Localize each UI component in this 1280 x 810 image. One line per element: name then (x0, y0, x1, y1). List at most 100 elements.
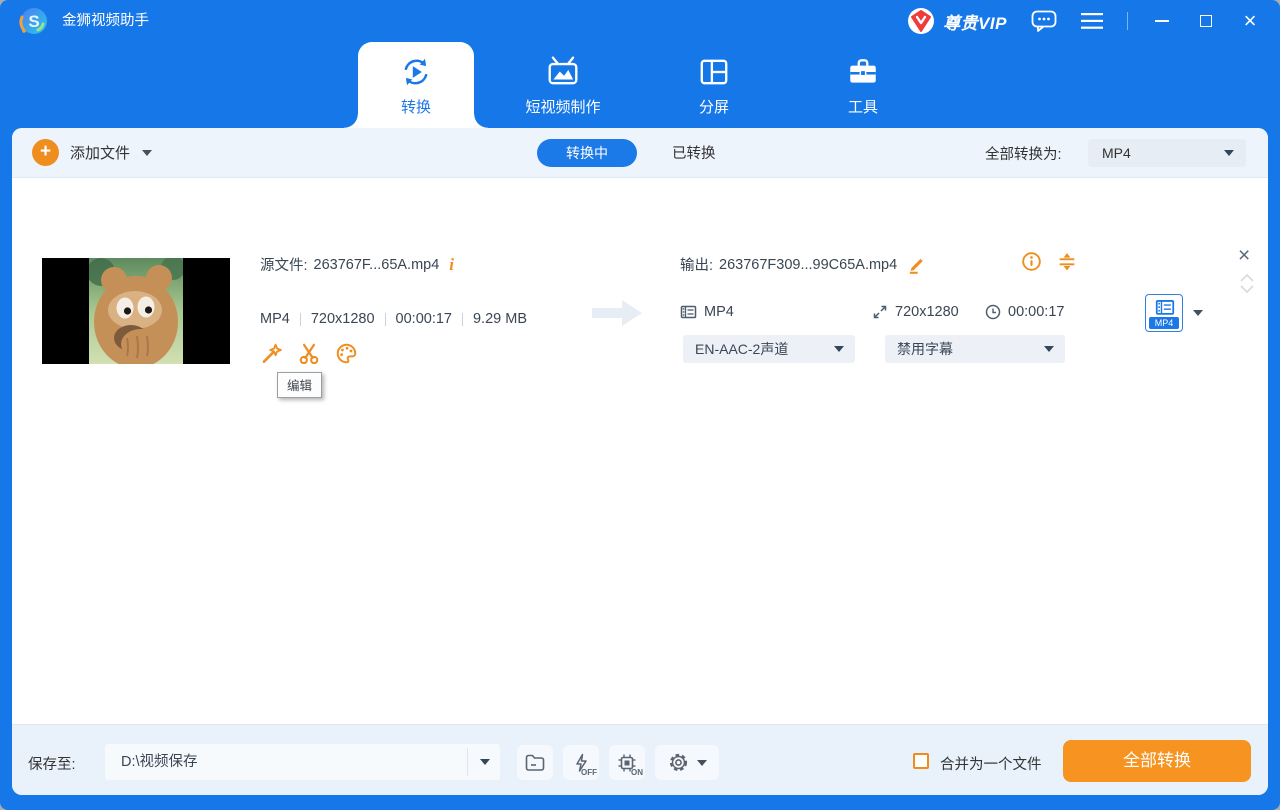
convert-all-button[interactable]: 全部转换 (1063, 740, 1251, 782)
global-format-value: MP4 (1102, 145, 1131, 161)
app-window: S 金狮视频助手 尊贵VIP × 转换 短视频制作 分屏 工具 + 添加文件 转… (0, 0, 1280, 810)
titlebar-controls: 尊贵VIP × (907, 0, 1260, 42)
edit-wand-icon[interactable] (261, 343, 282, 364)
remove-file-icon[interactable]: × (1238, 245, 1250, 266)
tab-short-video[interactable]: 短视频制作 (488, 42, 638, 128)
settings-button[interactable] (655, 745, 719, 780)
merge-label: 合并为一个文件 (940, 757, 1042, 773)
output-info-icon[interactable] (1022, 252, 1041, 271)
save-path-value: D:\视频保存 (121, 754, 198, 770)
vip-gem-icon (908, 8, 935, 34)
format-box-caret-icon[interactable] (1193, 310, 1203, 316)
resolution-expand-icon (873, 305, 887, 319)
vip-label: 尊贵VIP (943, 13, 1007, 33)
open-folder-button[interactable] (517, 745, 553, 780)
tools-icon (850, 59, 876, 83)
audio-track-select[interactable]: EN-AAC-2声道 (683, 335, 855, 363)
path-divider (467, 748, 468, 776)
meta-separator (384, 312, 386, 326)
svg-text:S: S (28, 12, 39, 31)
app-title: 金狮视频助手 (62, 13, 149, 29)
source-label: 源文件: (260, 258, 308, 274)
save-path-caret-icon[interactable] (480, 759, 490, 765)
hw-off-tag: OFF (581, 768, 597, 777)
source-filename: 263767F...65A.mp4 (313, 256, 440, 273)
tab-convert[interactable]: 转换 (344, 42, 488, 128)
flow-arrow-icon (592, 300, 642, 326)
feedback-chat-icon[interactable] (1031, 10, 1057, 32)
output-file-line: 输出: 263767F309...99C65A.mp4 (680, 254, 925, 275)
tab-convert-label: 转换 (400, 99, 431, 116)
vip-button[interactable]: 尊贵VIP (907, 7, 1007, 35)
tab-tools-label: 工具 (847, 99, 878, 116)
close-button[interactable]: × (1240, 8, 1260, 34)
convert-icon (404, 58, 428, 86)
meta-separator (461, 312, 463, 326)
tab-split-screen-label: 分屏 (698, 99, 729, 116)
edit-actions (261, 343, 357, 364)
gpu-on-tag: ON (631, 768, 643, 777)
source-format: MP4 (260, 311, 290, 327)
reorder-controls (1240, 274, 1254, 293)
global-format-caret-icon (1224, 150, 1234, 156)
audio-track-value: EN-AAC-2声道 (695, 341, 789, 357)
menu-icon[interactable] (1081, 13, 1103, 29)
output-label: 输出: (680, 258, 714, 274)
tune-settings-icon[interactable] (1058, 252, 1076, 271)
edit-tooltip: 编辑 (277, 372, 323, 398)
bottom-bar: 保存至: D:\视频保存 OFF ON 合并为一个文件 全部转换 (12, 724, 1268, 795)
global-format-select[interactable]: MP4 (1088, 139, 1246, 167)
save-to-label: 保存至: (28, 757, 76, 773)
rename-pencil-icon[interactable] (907, 256, 925, 274)
save-path-input[interactable]: D:\视频保存 (105, 744, 500, 780)
subtitle-select[interactable]: 禁用字幕 (885, 335, 1065, 363)
output-duration-item: 00:00:17 (985, 304, 1064, 320)
maximize-button[interactable] (1196, 8, 1216, 34)
output-actions (1022, 252, 1076, 271)
output-format: MP4 (704, 304, 734, 320)
source-size: 9.29 MB (472, 311, 527, 327)
minimize-button[interactable] (1152, 8, 1172, 34)
gpu-accel-on-button[interactable]: ON (609, 745, 645, 780)
add-files-button[interactable]: + 添加文件 (32, 139, 153, 166)
move-up-icon[interactable] (1240, 274, 1254, 282)
trim-scissors-icon[interactable] (299, 343, 319, 364)
hardware-accel-off-button[interactable]: OFF (563, 745, 599, 780)
output-format-item: MP4 (680, 304, 734, 320)
add-files-caret-icon[interactable] (142, 149, 153, 156)
move-down-icon[interactable] (1240, 285, 1254, 293)
app-logo-icon: S (19, 8, 47, 34)
main-panel: + 添加文件 转换中 已转换 全部转换为: MP4 源文件: 263767F..… (12, 128, 1268, 795)
effects-palette-icon[interactable] (336, 343, 357, 364)
tab-short-video-label: 短视频制作 (525, 99, 601, 116)
converting-tab[interactable]: 转换中 (537, 139, 637, 167)
source-duration: 00:00:17 (395, 311, 452, 327)
tab-tools[interactable]: 工具 (813, 42, 913, 128)
split-screen-icon (700, 59, 728, 85)
film-icon (680, 305, 697, 319)
tab-split-screen[interactable]: 分屏 (664, 42, 764, 128)
plus-icon: + (32, 139, 59, 166)
converted-tab[interactable]: 已转换 (672, 142, 716, 163)
file-row: 源文件: 263767F...65A.mp4 i MP4 720x1280 00… (12, 178, 1268, 408)
format-film-icon (1155, 300, 1175, 315)
subtitle-value: 禁用字幕 (897, 341, 953, 357)
video-thumbnail[interactable] (42, 258, 230, 364)
thumbnail-image (89, 258, 183, 364)
audio-track-caret-icon (834, 346, 844, 352)
output-resolution-item: 720x1280 (872, 304, 959, 320)
merge-checkbox[interactable] (913, 753, 929, 769)
folder-icon (525, 754, 545, 771)
settings-caret-icon (696, 759, 707, 766)
titlebar: S 金狮视频助手 尊贵VIP × (0, 0, 1280, 42)
titlebar-separator (1127, 12, 1128, 30)
meta-separator (299, 312, 301, 326)
convert-all-to-label: 全部转换为: (985, 147, 1062, 163)
output-filename: 263767F309...99C65A.mp4 (719, 256, 898, 273)
source-info-icon[interactable]: i (449, 255, 454, 275)
add-files-label: 添加文件 (70, 145, 131, 162)
source-file-line: 源文件: 263767F...65A.mp4 i (260, 254, 454, 275)
output-resolution: 720x1280 (895, 304, 959, 320)
output-duration: 00:00:17 (1008, 304, 1065, 320)
output-format-box[interactable]: MP4 (1145, 294, 1183, 332)
